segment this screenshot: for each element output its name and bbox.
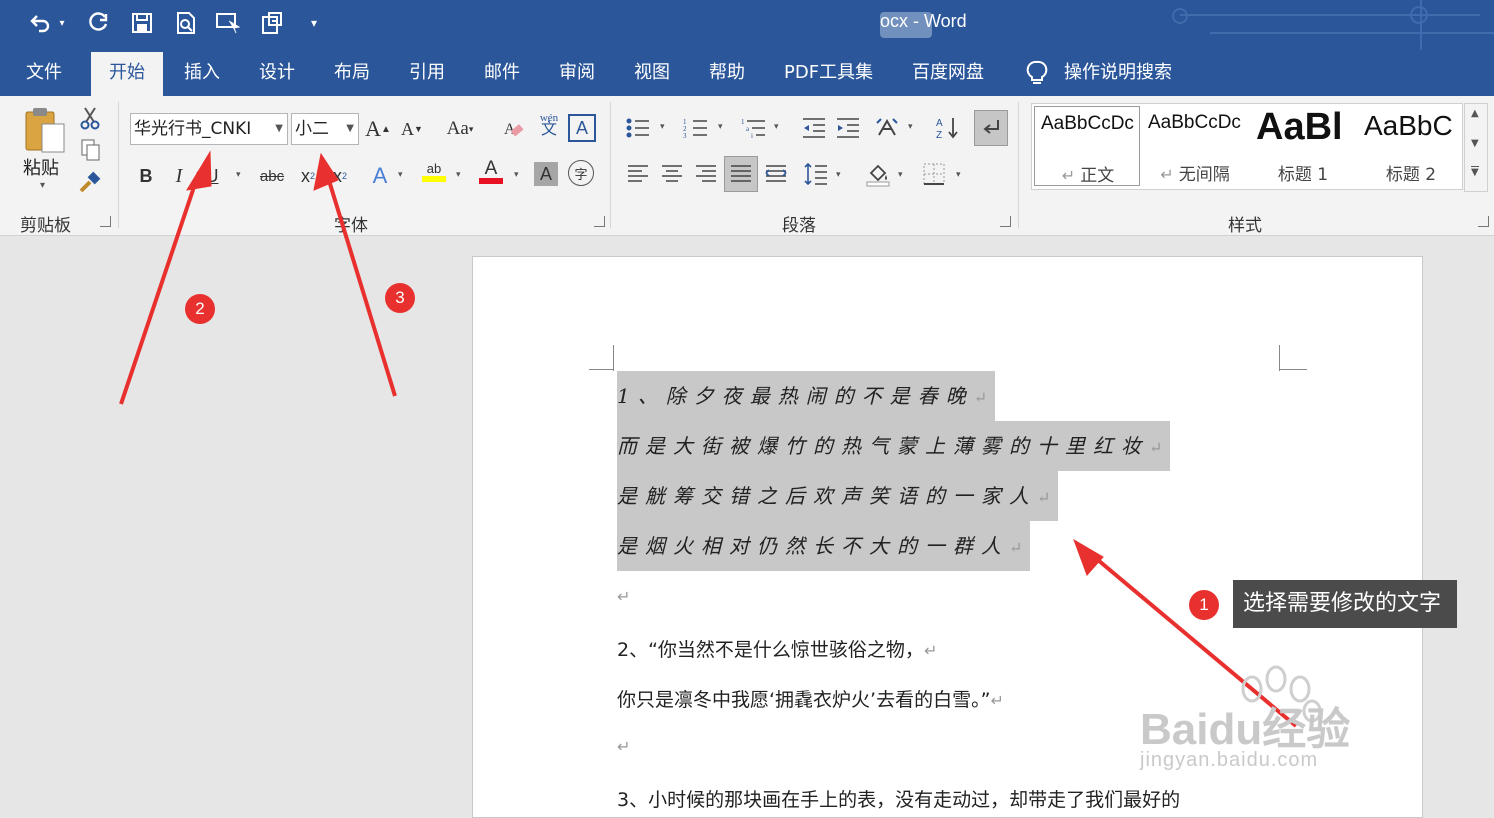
arrow-3 <box>325 173 397 397</box>
step-badge-2: 2 <box>185 294 215 324</box>
annotation-tooltip: 选择需要修改的文字 <box>1233 580 1458 628</box>
watermark-url: jingyan.baidu.com <box>1140 749 1319 771</box>
watermark-brand: Baidu经验 <box>1140 705 1351 754</box>
arrow-2 <box>119 171 201 405</box>
step-badge-1: 1 <box>1189 590 1219 620</box>
baidu-watermark: Baidu经验 jingyan.baidu.com <box>1140 665 1440 775</box>
step-badge-3: 3 <box>385 283 415 313</box>
